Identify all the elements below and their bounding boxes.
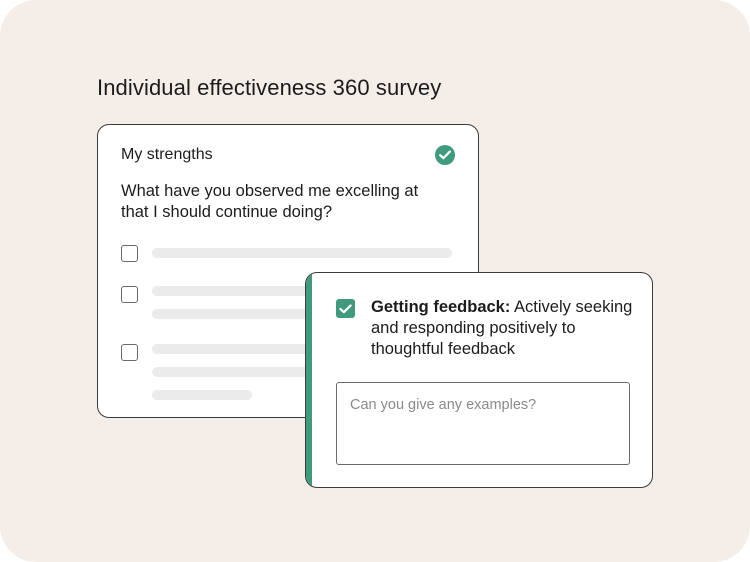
option-checkbox[interactable] xyxy=(121,286,138,303)
check-circle-icon xyxy=(435,145,455,165)
examples-input[interactable] xyxy=(336,382,630,465)
option-text-placeholder xyxy=(152,390,252,400)
option-checkbox[interactable] xyxy=(121,344,138,361)
checkmark-icon xyxy=(339,304,352,313)
competency-label: Getting feedback: Actively seeking and r… xyxy=(371,297,641,360)
survey-canvas: Individual effectiveness 360 survey My s… xyxy=(0,0,750,562)
strengths-question: What have you observed me excelling at t… xyxy=(121,182,419,221)
competency-name: Getting feedback: xyxy=(371,298,511,316)
option-checkbox[interactable] xyxy=(121,245,138,262)
feedback-card: Getting feedback: Actively seeking and r… xyxy=(305,272,653,488)
strengths-card-title: My strengths xyxy=(121,146,213,163)
card-accent-stripe xyxy=(306,273,312,487)
option-text-placeholder xyxy=(152,248,452,258)
competency-checkbox[interactable] xyxy=(336,299,355,318)
page-title: Individual effectiveness 360 survey xyxy=(97,75,442,100)
